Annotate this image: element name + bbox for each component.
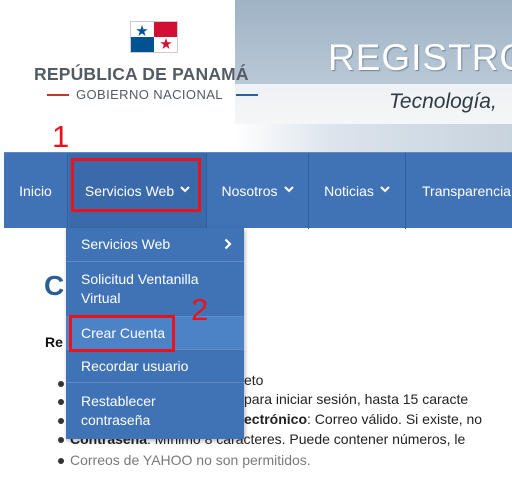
highlight-box-servicios-web bbox=[71, 158, 201, 212]
requirement-line: ectrónico: Correo válido. Si existe, no bbox=[244, 411, 482, 427]
requirement-text: para iniciar sesión, hasta 15 caracte bbox=[244, 391, 469, 407]
step-number-1: 1 bbox=[52, 119, 70, 154]
bullet bbox=[58, 458, 64, 464]
bullet bbox=[58, 418, 64, 424]
requirement-note: Correos de YAHOO no son permitidos. bbox=[70, 452, 311, 468]
bullet bbox=[58, 437, 64, 443]
dropdown-item-label: Recordar usuario bbox=[81, 357, 189, 374]
nav-label: Nosotros bbox=[221, 183, 278, 199]
bullet bbox=[58, 381, 64, 387]
dropdown-item-restablecer-contrasena[interactable]: Restablecer contraseña bbox=[66, 383, 244, 439]
chevron-down-icon bbox=[283, 184, 294, 196]
site-header: REPÚBLICA DE PANAMÁ GOBIERNO NACIONAL RE… bbox=[0, 0, 512, 152]
chevron-right-icon bbox=[224, 236, 232, 255]
nav-item-transparencia[interactable]: Transparencia bbox=[406, 153, 512, 229]
section-label: Re bbox=[45, 334, 63, 350]
chevron-down-icon bbox=[380, 184, 390, 196]
page-title: C bbox=[44, 270, 65, 301]
requirement-line: eto bbox=[244, 372, 263, 388]
requirement-text: Correos de YAHOO no son permitidos. bbox=[70, 452, 311, 468]
country-name: REPÚBLICA DE PANAMÁ bbox=[34, 64, 249, 84]
site-title: REGISTRO bbox=[328, 37, 512, 78]
panama-flag-logo bbox=[130, 21, 178, 53]
nav-label: Transparencia bbox=[422, 183, 511, 199]
divider-blue bbox=[236, 94, 258, 96]
nav-label: Inicio bbox=[19, 183, 52, 199]
requirement-text: eto bbox=[244, 372, 264, 388]
nav-label: Noticias bbox=[324, 183, 374, 199]
step-number-2: 2 bbox=[191, 292, 209, 327]
divider-red bbox=[47, 94, 69, 96]
dropdown-item-solicitud-ventanilla[interactable]: Solicitud Ventanilla Virtual bbox=[66, 262, 244, 317]
government-label: GOBIERNO NACIONAL bbox=[76, 87, 223, 102]
nav-item-inicio[interactable]: Inicio bbox=[4, 153, 68, 229]
site-subtitle: Tecnología, bbox=[389, 90, 497, 113]
requirement-text: : Correo válido. Si existe, no bbox=[307, 411, 483, 427]
highlight-box-crear-cuenta bbox=[69, 315, 175, 352]
nav-item-noticias[interactable]: Noticias bbox=[309, 153, 406, 229]
dropdown-item-label: Servicios Web bbox=[81, 236, 171, 252]
requirement-key: ectrónico bbox=[244, 411, 308, 427]
bullet bbox=[58, 399, 64, 405]
requirement-line: para iniciar sesión, hasta 15 caracte bbox=[244, 391, 468, 407]
dropdown-item-label: Restablecer contraseña bbox=[81, 393, 156, 428]
dropdown-item-servicios-web[interactable]: Servicios Web bbox=[66, 228, 244, 262]
dropdown-item-recordar-usuario[interactable]: Recordar usuario bbox=[66, 350, 244, 383]
nav-item-nosotros[interactable]: Nosotros bbox=[207, 153, 309, 229]
